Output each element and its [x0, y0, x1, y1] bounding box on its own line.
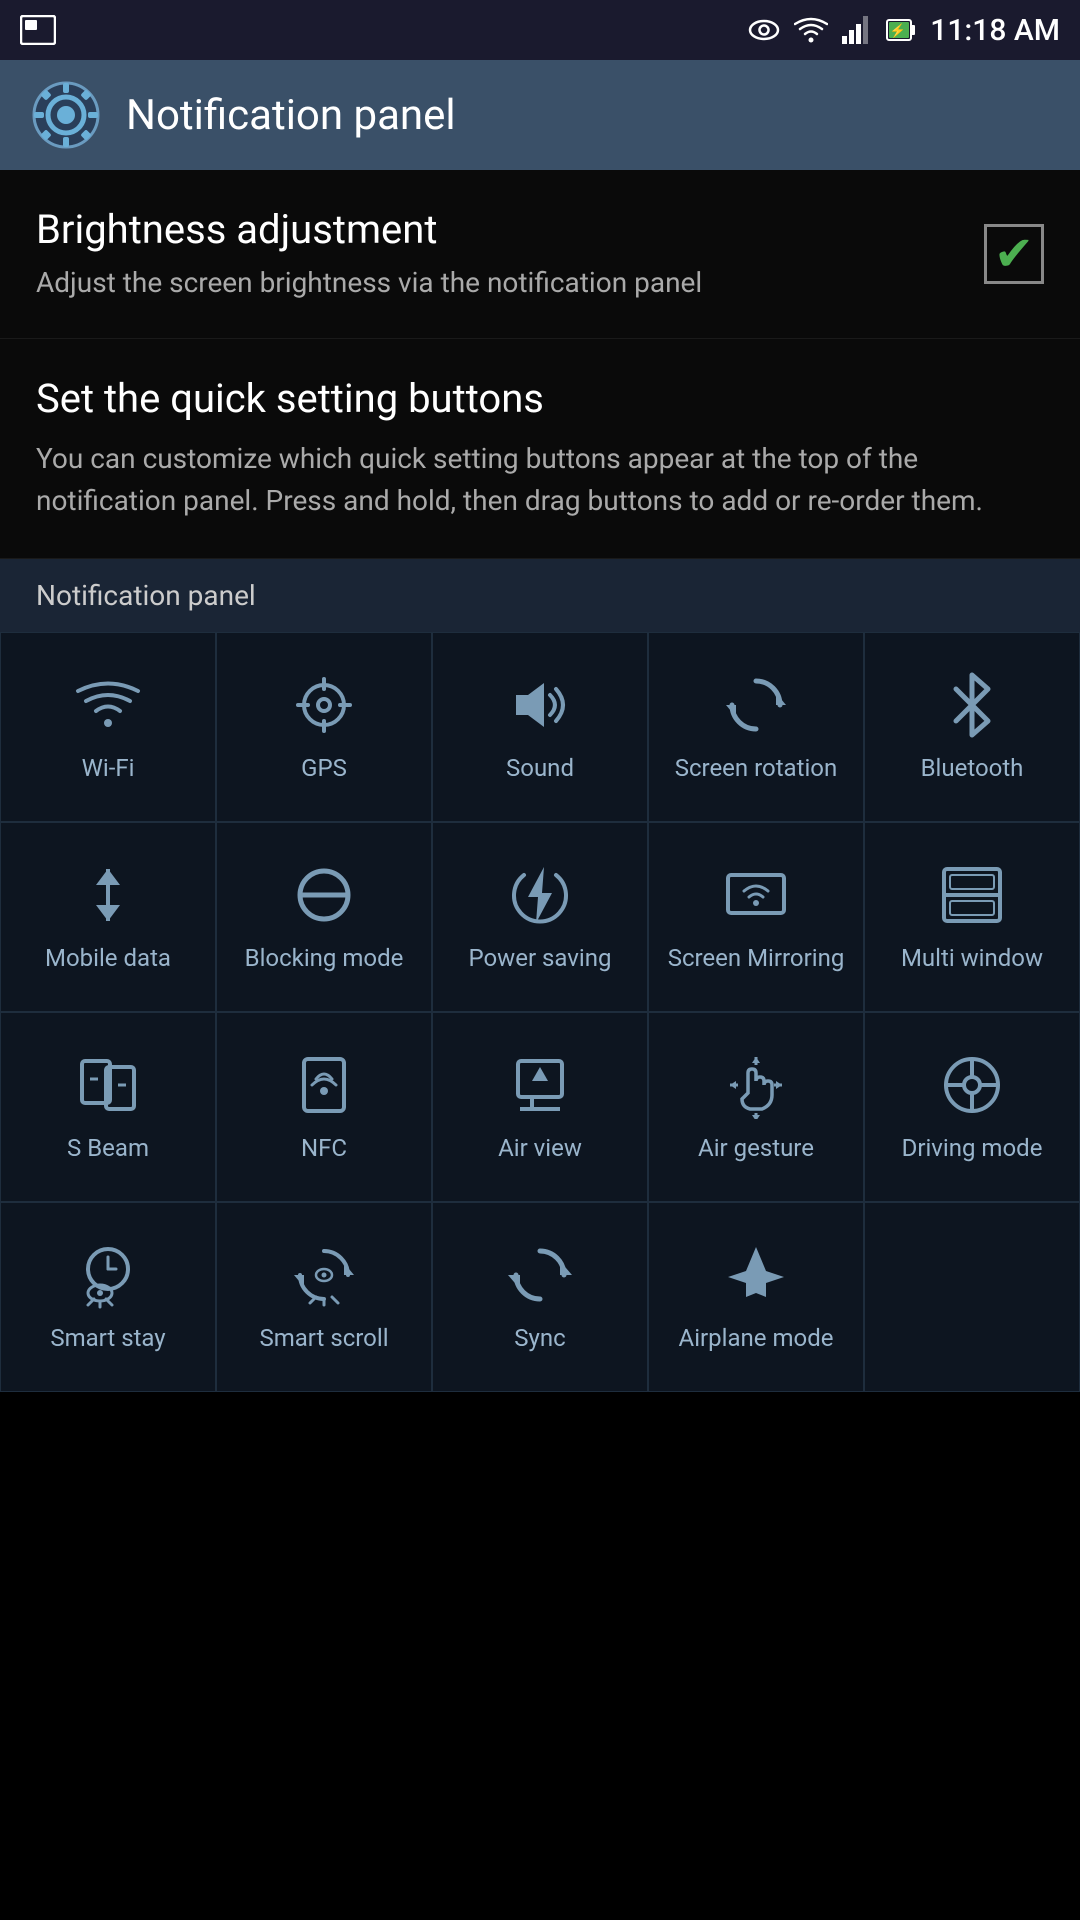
quick-settings-grid: Wi-Fi GPS Sound Screen rotation	[0, 632, 1080, 1392]
brightness-title: Brightness adjustment	[36, 206, 960, 253]
screen-rotation-grid-icon	[722, 671, 790, 739]
grid-item-power-saving[interactable]: Power saving	[432, 822, 648, 1012]
quick-settings-section: Set the quick setting buttons You can cu…	[0, 339, 1080, 559]
grid-item-smart-stay[interactable]: Smart stay	[0, 1202, 216, 1392]
sound-label: Sound	[506, 753, 574, 784]
multi-window-grid-icon	[938, 861, 1006, 929]
airplane-mode-grid-icon	[722, 1241, 790, 1309]
sync-grid-icon	[506, 1241, 574, 1309]
nfc-label: NFC	[301, 1133, 347, 1164]
smart-scroll-grid-icon	[290, 1241, 358, 1309]
svg-text:⚡: ⚡	[890, 23, 906, 39]
air-gesture-label: Air gesture	[698, 1133, 814, 1164]
driving-mode-label: Driving mode	[902, 1133, 1043, 1164]
grid-item-screen-rotation[interactable]: Screen rotation	[648, 632, 864, 822]
sync-label: Sync	[514, 1323, 565, 1354]
wifi-icon	[794, 16, 828, 44]
app-header: Notification panel	[0, 60, 1080, 170]
smart-stay-label: Smart stay	[50, 1323, 165, 1354]
brightness-subtitle: Adjust the screen brightness via the not…	[36, 263, 960, 302]
checkmark-icon: ✔	[994, 230, 1034, 278]
multi-window-label: Multi window	[901, 943, 1043, 974]
s-beam-label: S Beam	[67, 1133, 149, 1164]
sound-grid-icon	[506, 671, 574, 739]
grid-item-bluetooth[interactable]: Bluetooth	[864, 632, 1080, 822]
screen-rotation-label: Screen rotation	[675, 753, 838, 784]
grid-item-airplane-mode[interactable]: Airplane mode	[648, 1202, 864, 1392]
grid-item-blocking-mode[interactable]: Blocking mode	[216, 822, 432, 1012]
grid-item-air-gesture[interactable]: Air gesture	[648, 1012, 864, 1202]
blocking-mode-label: Blocking mode	[245, 943, 404, 974]
power-saving-grid-icon	[506, 861, 574, 929]
nfc-grid-icon	[290, 1051, 358, 1119]
grid-item-gps[interactable]: GPS	[216, 632, 432, 822]
blocking-mode-grid-icon	[290, 861, 358, 929]
gps-grid-icon	[290, 671, 358, 739]
wifi-label: Wi-Fi	[82, 753, 135, 784]
driving-mode-grid-icon	[938, 1051, 1006, 1119]
settings-gear-icon	[30, 79, 102, 151]
power-saving-label: Power saving	[469, 943, 612, 974]
status-bar: ⚡ 11:18 AM	[0, 0, 1080, 60]
s-beam-grid-icon	[74, 1051, 142, 1119]
page-title: Notification panel	[126, 91, 456, 140]
wifi-grid-icon	[74, 671, 142, 739]
grid-item-s-beam[interactable]: S Beam	[0, 1012, 216, 1202]
air-gesture-grid-icon	[722, 1051, 790, 1119]
battery-icon: ⚡	[886, 16, 916, 44]
grid-item-air-view[interactable]: Air view	[432, 1012, 648, 1202]
air-view-label: Air view	[498, 1133, 582, 1164]
bluetooth-grid-icon	[938, 671, 1006, 739]
grid-item-empty	[864, 1202, 1080, 1392]
grid-item-driving-mode[interactable]: Driving mode	[864, 1012, 1080, 1202]
quick-settings-description: You can customize which quick setting bu…	[36, 438, 1044, 522]
smart-stay-grid-icon	[74, 1241, 142, 1309]
status-bar-right: ⚡ 11:18 AM	[748, 13, 1060, 48]
signal-icon	[842, 16, 872, 44]
grid-item-mobile-data[interactable]: Mobile data	[0, 822, 216, 1012]
screen-mirroring-label: Screen Mirroring	[668, 943, 845, 974]
smart-scroll-label: Smart scroll	[259, 1323, 388, 1354]
grid-item-sync[interactable]: Sync	[432, 1202, 648, 1392]
grid-item-screen-mirroring[interactable]: Screen Mirroring	[648, 822, 864, 1012]
clock-time: 11:18 AM	[930, 13, 1060, 48]
brightness-text: Brightness adjustment Adjust the screen …	[36, 206, 960, 302]
gps-label: GPS	[301, 753, 347, 784]
grid-item-sound[interactable]: Sound	[432, 632, 648, 822]
grid-item-wifi[interactable]: Wi-Fi	[0, 632, 216, 822]
grid-item-smart-scroll[interactable]: Smart scroll	[216, 1202, 432, 1392]
screen-mirroring-grid-icon	[722, 861, 790, 929]
quick-settings-title: Set the quick setting buttons	[36, 375, 1044, 422]
brightness-checkbox[interactable]: ✔	[984, 224, 1044, 284]
panel-label: Notification panel	[0, 559, 1080, 632]
brightness-section[interactable]: Brightness adjustment Adjust the screen …	[0, 170, 1080, 339]
grid-item-multi-window[interactable]: Multi window	[864, 822, 1080, 1012]
eye-icon	[748, 19, 780, 41]
screenshot-icon	[20, 15, 56, 45]
bluetooth-label: Bluetooth	[921, 753, 1024, 784]
status-bar-left	[20, 15, 56, 45]
airplane-mode-label: Airplane mode	[679, 1323, 834, 1354]
air-view-grid-icon	[506, 1051, 574, 1119]
mobile-data-label: Mobile data	[45, 943, 171, 974]
mobile-data-grid-icon	[74, 861, 142, 929]
grid-item-nfc[interactable]: NFC	[216, 1012, 432, 1202]
